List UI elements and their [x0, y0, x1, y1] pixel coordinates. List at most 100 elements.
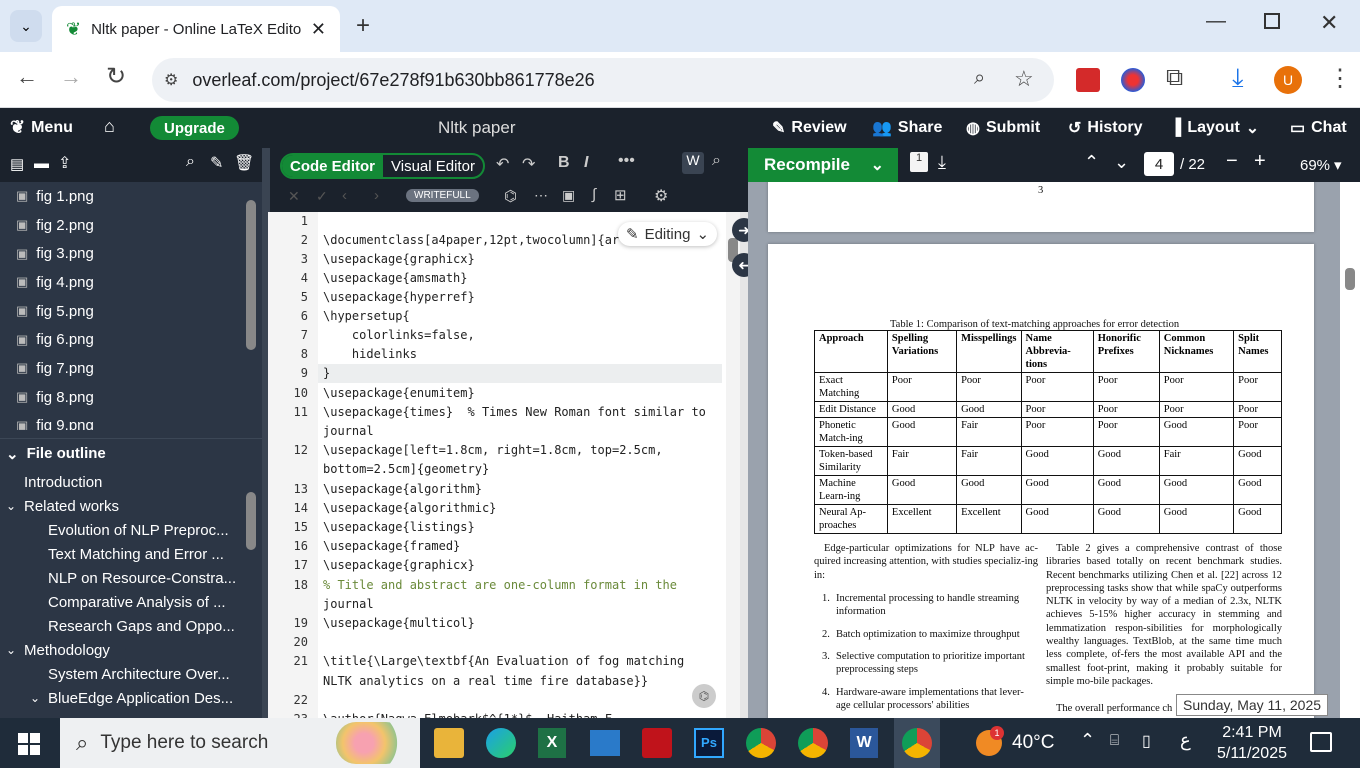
code-line[interactable]: NLTK analytics on a real time fire datab…	[323, 674, 648, 688]
upgrade-button[interactable]: Upgrade	[150, 116, 239, 140]
zoom-out-icon[interactable]: −	[1226, 150, 1238, 173]
dots-icon[interactable]: ⋯	[534, 187, 548, 204]
temperature[interactable]: 40°C	[1012, 732, 1054, 754]
zoom-icon[interactable]: ⌕	[974, 67, 985, 90]
acrobat-icon[interactable]	[642, 728, 672, 758]
address-bar[interactable]: ⚙ overleaf.com/project/67e278f91b630bb86…	[152, 58, 1054, 102]
close-window-button[interactable]: ✕	[1320, 10, 1338, 36]
edge-icon[interactable]	[486, 728, 516, 758]
pdf-viewer[interactable]: 3 Table 1: Comparison of text-matching a…	[748, 182, 1360, 718]
mendeley-extension-icon[interactable]	[1076, 68, 1100, 92]
code-line[interactable]: \title{\Large\textbf{An Evaluation of fo…	[323, 654, 684, 668]
code-line[interactable]: }	[323, 366, 330, 380]
accept-icon[interactable]: ✓	[316, 188, 328, 205]
chevron-down-icon[interactable]: ⌄	[871, 155, 884, 175]
extensions-puzzle-icon[interactable]: ⧉	[1166, 64, 1183, 92]
mail-icon[interactable]	[590, 730, 620, 756]
code-line[interactable]: \usepackage{hyperref}	[323, 290, 475, 304]
review-button[interactable]: ✎ Review	[772, 118, 847, 138]
file-outline-header[interactable]: ⌄ File outline	[0, 438, 262, 468]
outline-item[interactable]: System Architecture Over...	[0, 662, 262, 686]
layout-button[interactable]: ▐ Layout ⌄	[1170, 118, 1259, 138]
minimize-button[interactable]: —	[1206, 10, 1226, 33]
italic-icon[interactable]: I	[584, 154, 588, 172]
file-tree-item[interactable]: ▣ fig 3.png	[0, 239, 262, 268]
site-info-icon[interactable]: ⚙	[164, 70, 178, 90]
integral-icon[interactable]: ∫	[592, 186, 596, 203]
code-line[interactable]: journal	[323, 424, 374, 438]
logs-icon[interactable]: 1	[910, 152, 928, 172]
tab-search-button[interactable]: ⌄	[10, 10, 42, 42]
code-line[interactable]: \usepackage{multicol}	[323, 616, 475, 630]
recompile-button[interactable]: Recompile ⌄	[748, 148, 898, 182]
download-pdf-icon[interactable]: ⤓	[938, 152, 946, 173]
file-explorer-icon[interactable]	[434, 728, 464, 758]
code-line[interactable]: \usepackage{graphicx}	[323, 558, 475, 572]
forward-button[interactable]: →	[60, 64, 82, 90]
prev-icon[interactable]: ‹	[342, 187, 347, 204]
visual-editor-tab[interactable]: Visual Editor	[383, 155, 483, 177]
code-line[interactable]: \hypersetup{	[323, 309, 410, 323]
file-tree-item[interactable]: ▣ fig 5.png	[0, 297, 262, 326]
previous-page-icon[interactable]: ⌃	[1084, 152, 1099, 173]
code-editor-tab[interactable]: Code Editor	[282, 155, 383, 177]
profile-avatar[interactable]: U	[1274, 66, 1302, 94]
downloads-icon[interactable]: ⤓	[1232, 62, 1244, 94]
file-tree-scrollbar[interactable]	[244, 186, 258, 424]
extension-icon[interactable]	[1121, 68, 1145, 92]
outline-scrollbar[interactable]	[244, 472, 258, 712]
code-line[interactable]: \usepackage{amsmath}	[323, 271, 468, 285]
home-icon[interactable]: ⌂	[104, 116, 115, 137]
new-file-icon[interactable]: ▤	[10, 155, 24, 173]
writefull-assistant-icon[interactable]: ⌬	[692, 684, 716, 708]
editor-pdf-divider[interactable]	[740, 212, 748, 718]
search-icon[interactable]: ⌕	[186, 153, 195, 171]
battery-icon[interactable]: ▯	[1142, 731, 1151, 751]
new-folder-icon[interactable]: ▬	[34, 155, 49, 172]
writefull-badge[interactable]: WRITEFULL	[406, 189, 479, 202]
editing-mode-dropdown[interactable]: ✎ Editing ⌄	[618, 222, 718, 246]
next-page-icon[interactable]: ⌄	[1114, 152, 1129, 173]
code-line[interactable]: hidelinks	[323, 347, 417, 361]
robot-icon[interactable]: ⌬	[504, 187, 517, 205]
outline-item[interactable]: NLP on Resource-Constra...	[0, 566, 262, 590]
code-line[interactable]: journal	[323, 597, 374, 611]
outline-item[interactable]: Text Matching and Error ...	[0, 542, 262, 566]
outline-item[interactable]: Evolution of NLP Preproc...	[0, 518, 262, 542]
excel-icon[interactable]: X	[538, 728, 566, 758]
code-line[interactable]: \usepackage{enumitem}	[323, 386, 475, 400]
redo-icon[interactable]: ↷	[522, 154, 535, 174]
show-hidden-icons-icon[interactable]: ⌃	[1080, 730, 1095, 751]
outline-item[interactable]: Research Gaps and Oppo...	[0, 614, 262, 638]
menu-button[interactable]: ❦ Menu	[10, 117, 73, 138]
photoshop-icon[interactable]: Ps	[694, 728, 724, 758]
file-tree-item[interactable]: ▣ fig 7.png	[0, 354, 262, 383]
pane-resize-handle[interactable]	[0, 430, 262, 438]
code-line[interactable]: % Title and abstract are one-column form…	[323, 578, 677, 592]
page-number-input[interactable]: 4	[1144, 152, 1174, 176]
word-icon[interactable]: W	[850, 728, 878, 758]
code-line[interactable]: colorlinks=false,	[323, 328, 475, 342]
next-icon[interactable]: ›	[374, 187, 379, 204]
code-line[interactable]: \usepackage{times} % Times New Roman fon…	[323, 405, 706, 419]
browser-tab[interactable]: ❦ Nltk paper - Online LaTeX Edito ✕	[52, 6, 340, 52]
share-button[interactable]: 👥 Share	[872, 118, 942, 138]
taskbar-search-box[interactable]: ⌕ Type here to search	[60, 718, 420, 768]
code-line[interactable]: \usepackage{algorithm}	[323, 482, 482, 496]
maximize-button[interactable]	[1264, 13, 1280, 29]
network-icon[interactable]: ⌸	[1110, 732, 1119, 749]
code-line[interactable]: \usepackage{listings}	[323, 520, 475, 534]
outline-item[interactable]: ⌄ Methodology	[0, 638, 262, 662]
zoom-level-dropdown[interactable]: 69% ▾	[1300, 156, 1342, 175]
code-line[interactable]: \usepackage{graphicx}	[323, 252, 475, 266]
pdf-scrollbar[interactable]	[1340, 182, 1360, 718]
tab-close-icon[interactable]: ✕	[311, 19, 326, 40]
settings-gear-icon[interactable]: ⚙	[654, 186, 668, 206]
code-line[interactable]: \usepackage{framed}	[323, 539, 460, 553]
delete-trash-icon[interactable]: 🗑	[234, 153, 254, 173]
file-tree-item[interactable]: ▣ fig 1.png	[0, 182, 262, 211]
search-replace-icon[interactable]: ⌕	[712, 152, 721, 170]
zoom-in-icon[interactable]: +	[1254, 150, 1266, 173]
rename-pencil-icon[interactable]: ✎	[210, 153, 223, 173]
language-indicator[interactable]: ع	[1180, 730, 1191, 751]
